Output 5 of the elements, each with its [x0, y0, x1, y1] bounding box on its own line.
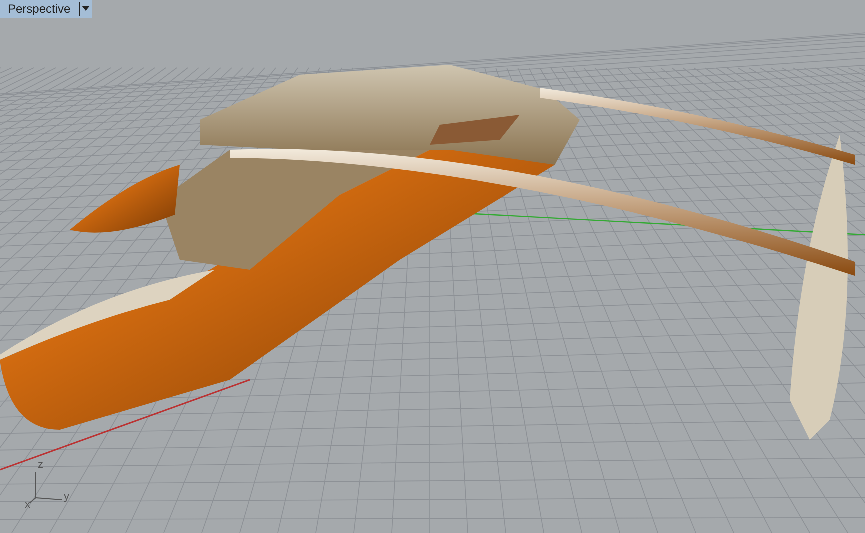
dropdown-caret-icon[interactable]	[78, 2, 92, 16]
axis-indicator-icon	[30, 472, 62, 504]
z-axis-label: z	[38, 460, 44, 471]
x-axis-label: x	[25, 500, 30, 511]
y-axis-label: y	[64, 492, 70, 503]
